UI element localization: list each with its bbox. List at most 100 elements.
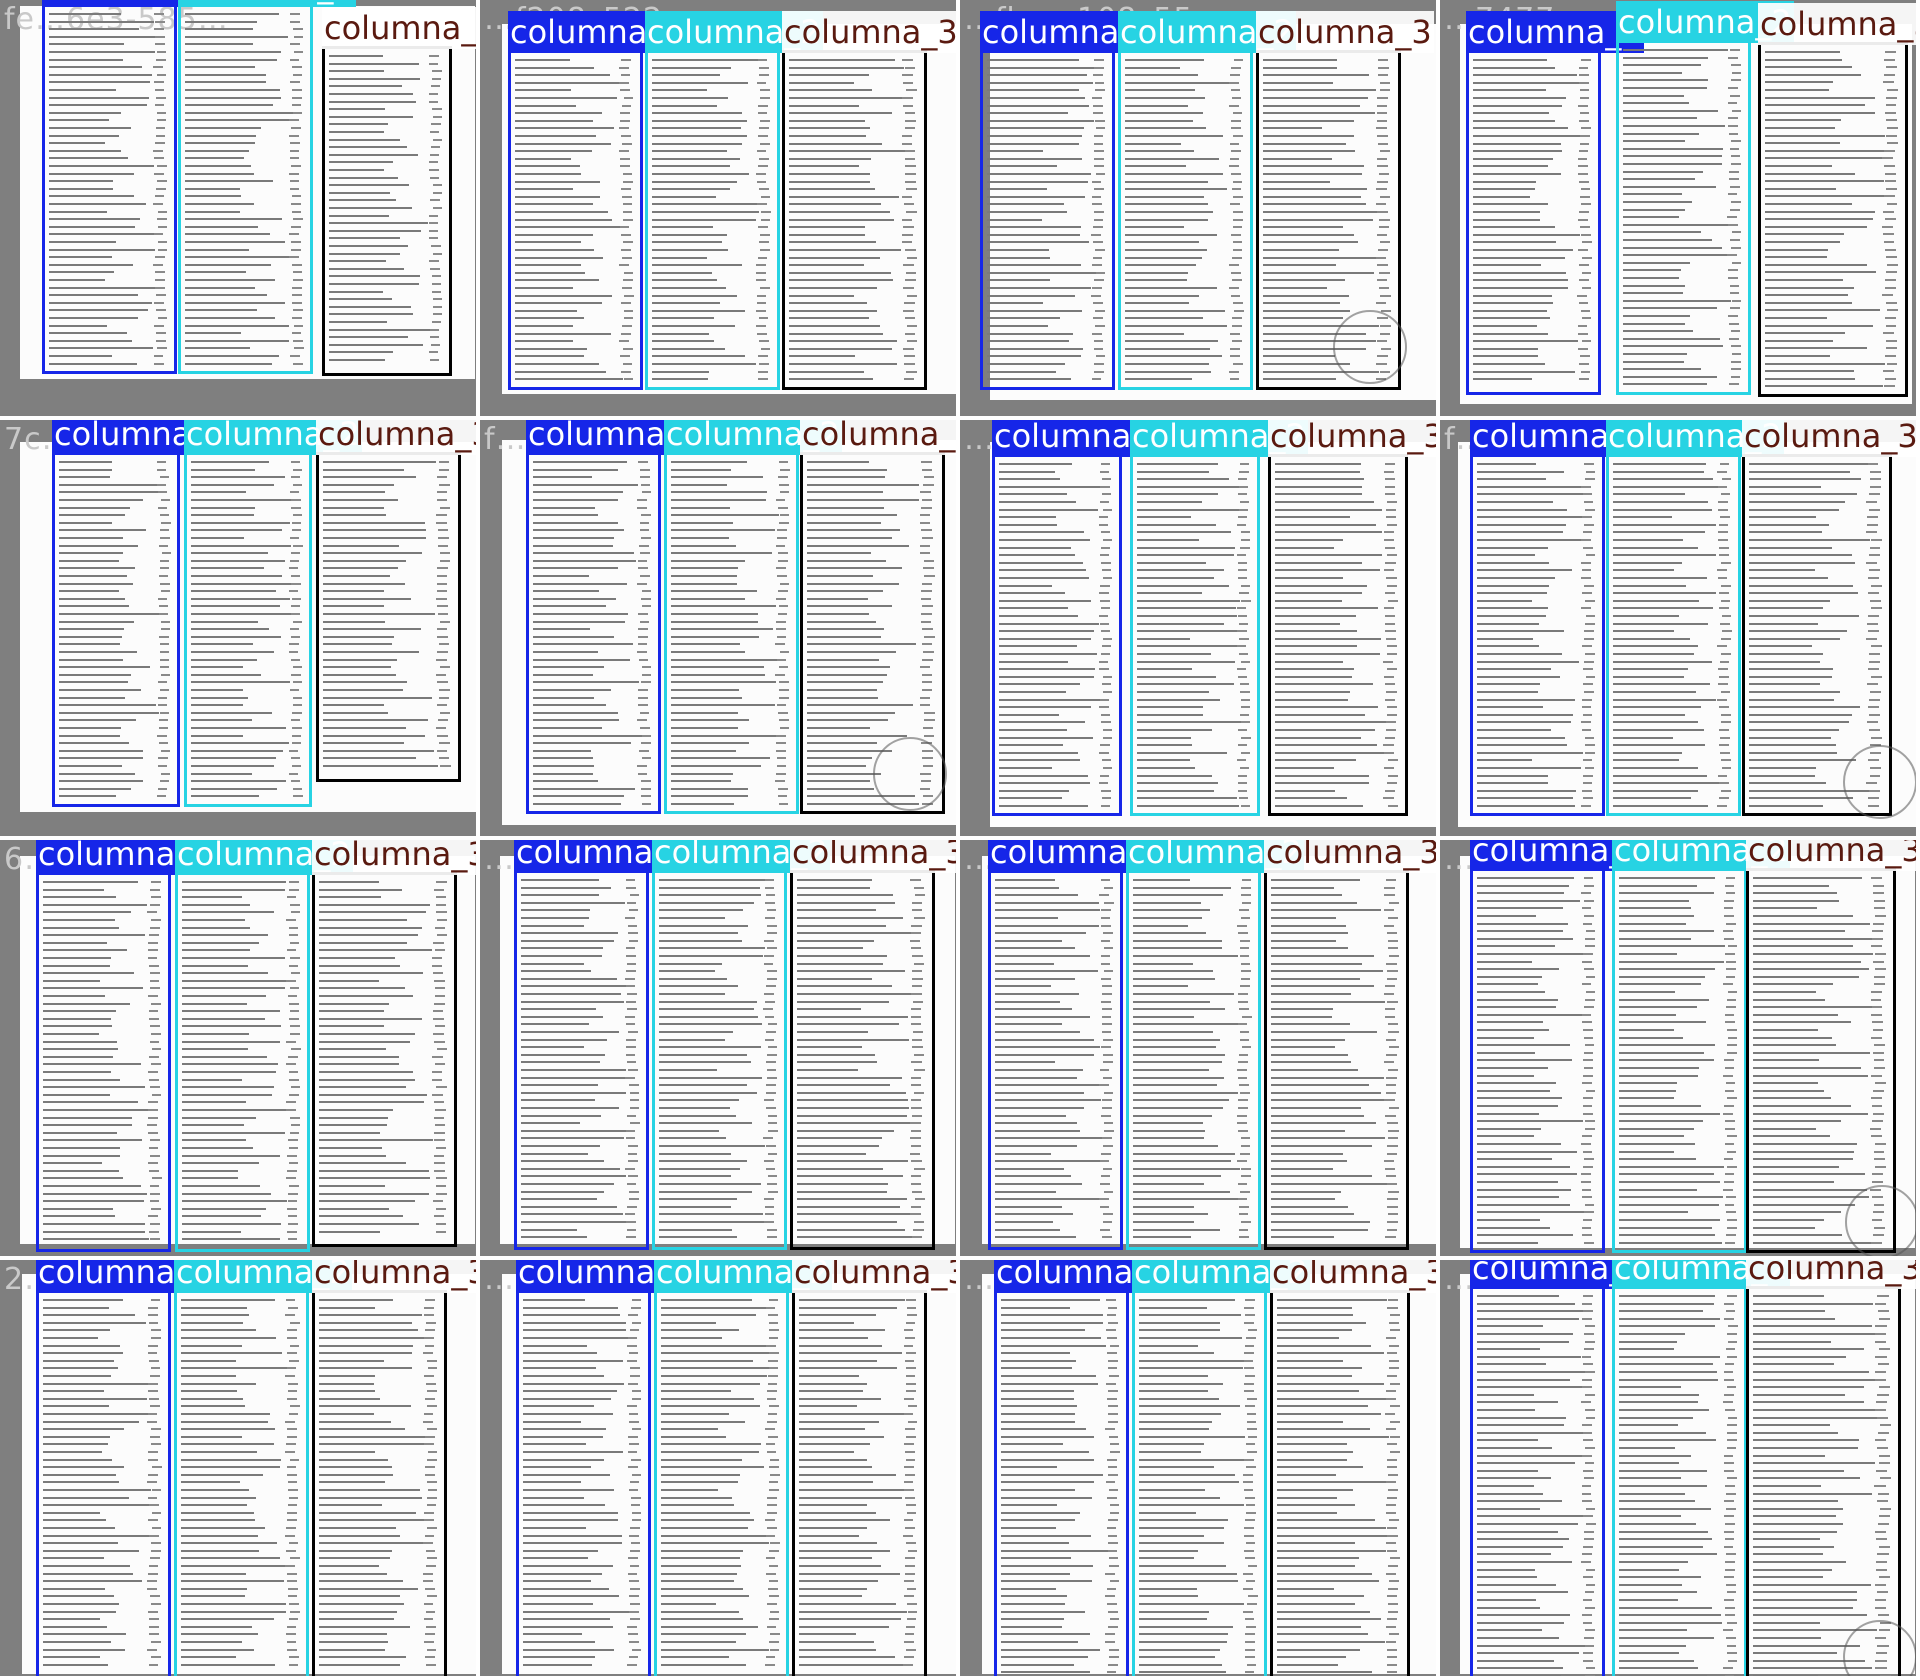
number-mark xyxy=(153,66,163,69)
text-line xyxy=(319,926,422,929)
number-mark xyxy=(776,567,786,570)
text-line xyxy=(515,81,622,84)
number-mark xyxy=(903,226,914,229)
text-line xyxy=(807,689,877,691)
text-line xyxy=(319,1002,389,1005)
number-mark xyxy=(640,597,651,600)
text-line xyxy=(1623,239,1712,241)
text-line xyxy=(1277,1375,1352,1377)
text-line xyxy=(1477,782,1548,785)
number-mark xyxy=(1582,516,1592,519)
number-mark xyxy=(1103,947,1114,950)
text-line xyxy=(59,787,131,790)
number-mark xyxy=(156,119,167,122)
number-mark xyxy=(641,673,652,676)
text-line xyxy=(1623,292,1683,295)
number-mark xyxy=(1101,569,1112,572)
text-line xyxy=(797,1091,906,1094)
number-mark xyxy=(148,1116,159,1119)
text-line xyxy=(1753,1158,1853,1161)
text-line xyxy=(671,666,764,669)
number-mark xyxy=(1092,203,1103,206)
number-mark xyxy=(1727,117,1738,120)
text-line xyxy=(1263,89,1376,92)
text-line xyxy=(1753,1477,1860,1480)
text-lines xyxy=(191,461,305,798)
number-mark xyxy=(639,711,650,714)
text-line xyxy=(533,795,624,798)
text-line xyxy=(1139,1344,1199,1347)
text-line xyxy=(661,1451,760,1453)
number-mark xyxy=(148,1473,158,1476)
text-line xyxy=(1765,89,1830,91)
text-line xyxy=(319,1033,415,1035)
text-line xyxy=(521,901,625,904)
number-mark xyxy=(289,1093,300,1096)
text-line xyxy=(1613,721,1699,724)
number-mark xyxy=(921,620,932,623)
text-line xyxy=(1263,264,1337,267)
number-mark xyxy=(1107,1496,1118,1499)
number-mark xyxy=(1238,493,1248,496)
number-mark xyxy=(1240,1091,1250,1094)
text-line xyxy=(191,582,292,585)
number-mark xyxy=(767,932,778,935)
text-line xyxy=(43,1390,104,1393)
number-mark xyxy=(1239,470,1249,473)
text-line xyxy=(1277,1443,1347,1446)
text-line xyxy=(1275,691,1351,693)
number-mark xyxy=(760,211,771,213)
text-line xyxy=(1477,1165,1570,1168)
text-line xyxy=(799,1352,903,1355)
text-line xyxy=(43,979,100,982)
text-line xyxy=(999,668,1095,671)
number-mark xyxy=(629,1481,640,1484)
text-line xyxy=(59,468,112,471)
number-mark xyxy=(1387,1489,1398,1491)
number-mark xyxy=(1241,1167,1251,1170)
text-line xyxy=(329,138,401,141)
number-mark xyxy=(1237,1198,1248,1201)
number-mark xyxy=(293,339,304,342)
number-mark xyxy=(767,1076,778,1079)
number-mark xyxy=(151,1527,162,1529)
number-mark xyxy=(1877,1310,1889,1313)
text-line xyxy=(797,1183,889,1185)
number-mark xyxy=(1376,188,1387,191)
text-line xyxy=(1473,287,1569,289)
number-mark xyxy=(758,241,769,244)
text-line xyxy=(1001,1352,1070,1355)
number-mark xyxy=(429,359,440,361)
text-line xyxy=(797,1031,869,1033)
number-mark xyxy=(625,917,636,919)
text-line xyxy=(1753,930,1846,933)
number-mark xyxy=(1721,653,1732,655)
number-mark xyxy=(1239,463,1249,465)
text-line xyxy=(1137,569,1225,572)
number-mark xyxy=(1243,1587,1253,1590)
number-mark xyxy=(1386,653,1397,655)
number-mark xyxy=(289,957,300,959)
number-mark xyxy=(150,1557,161,1560)
text-line xyxy=(1765,180,1885,183)
number-mark xyxy=(1886,362,1898,365)
number-mark xyxy=(290,1048,301,1051)
text-line xyxy=(533,635,615,638)
column-box-2: columna_2 xyxy=(1612,840,1790,1253)
number-mark xyxy=(1232,218,1243,221)
text-line xyxy=(652,119,748,122)
number-mark xyxy=(431,283,441,285)
number-mark xyxy=(1720,516,1730,519)
number-mark xyxy=(757,165,768,168)
text-lines xyxy=(1765,51,1901,388)
text-line xyxy=(987,127,1085,130)
text-line xyxy=(1619,945,1726,948)
number-mark xyxy=(1237,1076,1248,1079)
number-mark xyxy=(631,1299,642,1301)
number-mark xyxy=(290,13,301,15)
number-mark xyxy=(424,1534,435,1537)
number-mark xyxy=(433,1116,445,1119)
number-mark xyxy=(911,985,923,988)
number-mark xyxy=(1731,353,1742,355)
number-mark xyxy=(1581,805,1592,807)
